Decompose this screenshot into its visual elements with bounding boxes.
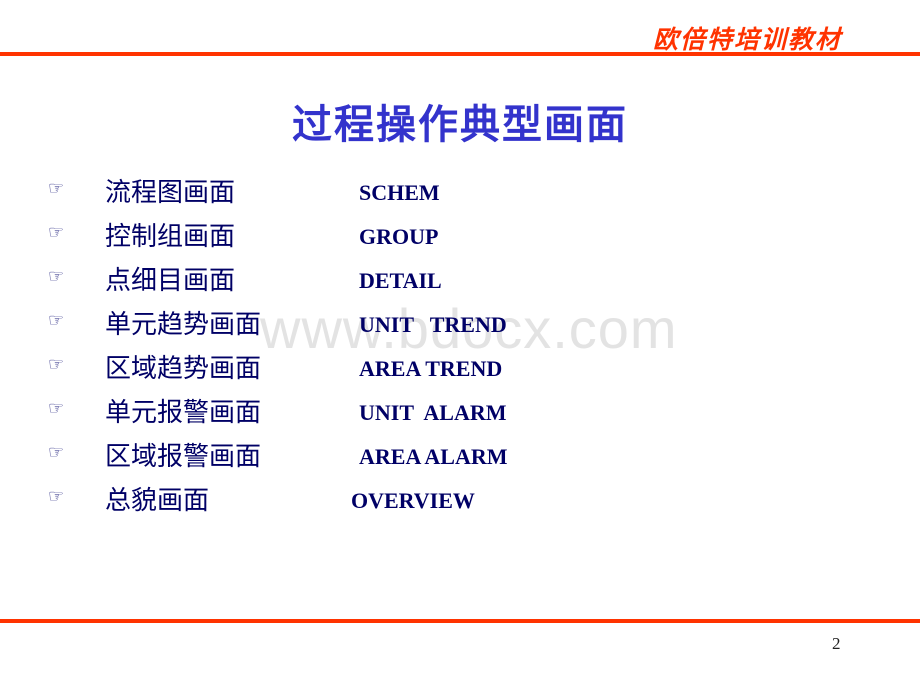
- item-english-label: AREA TREND: [359, 356, 503, 381]
- pointing-hand-icon: ☞: [48, 354, 65, 375]
- pointing-hand-icon: ☞: [48, 266, 65, 287]
- item-chinese-label: 单元报警画面: [105, 398, 262, 428]
- item-chinese-label: 区域报警画面: [105, 442, 262, 472]
- item-english-label: DETAIL: [359, 268, 442, 293]
- item-english-label: OVERVIEW: [351, 488, 475, 513]
- list-item: ☞ 区域报警画面 AREA ALARM: [0, 436, 700, 480]
- top-divider: [0, 52, 920, 56]
- list-item: ☞ 流程图画面 SCHEM: [0, 172, 700, 216]
- item-chinese-label: 控制组画面: [105, 222, 236, 252]
- brand-header: 欧倍特培训教材: [652, 25, 842, 54]
- list-item: ☞ 控制组画面 GROUP: [0, 216, 700, 260]
- pointing-hand-icon: ☞: [48, 310, 65, 331]
- pointing-hand-icon: ☞: [48, 442, 65, 463]
- item-chinese-label: 单元趋势画面: [105, 310, 262, 340]
- item-english-label: GROUP: [359, 224, 439, 249]
- item-chinese-label: 区域趋势画面: [105, 354, 262, 384]
- item-english-label: SCHEM: [359, 180, 440, 205]
- pointing-hand-icon: ☞: [48, 222, 65, 243]
- list-item: ☞ 区域趋势画面 AREA TREND: [0, 348, 700, 392]
- item-english-label: UNIT TREND: [359, 312, 507, 337]
- item-chinese-label: 流程图画面: [105, 178, 236, 208]
- item-english-label: UNIT ALARM: [359, 400, 507, 425]
- pointing-hand-icon: ☞: [48, 398, 65, 419]
- pointing-hand-icon: ☞: [48, 178, 65, 199]
- list-item: ☞ 总貌画面 OVERVIEW: [0, 480, 700, 524]
- item-chinese-label: 总貌画面: [105, 486, 210, 516]
- list-item: ☞ 单元报警画面 UNIT ALARM: [0, 392, 700, 436]
- page-number: 2: [832, 634, 841, 653]
- item-chinese-label: 点细目画面: [105, 266, 236, 296]
- list-item: ☞ 单元趋势画面 UNIT TREND: [0, 304, 700, 348]
- slide-title: 过程操作典型画面: [292, 102, 628, 148]
- pointing-hand-icon: ☞: [48, 486, 65, 507]
- list-item: ☞ 点细目画面 DETAIL: [0, 260, 700, 304]
- bottom-divider: [0, 619, 920, 623]
- item-english-label: AREA ALARM: [359, 444, 508, 469]
